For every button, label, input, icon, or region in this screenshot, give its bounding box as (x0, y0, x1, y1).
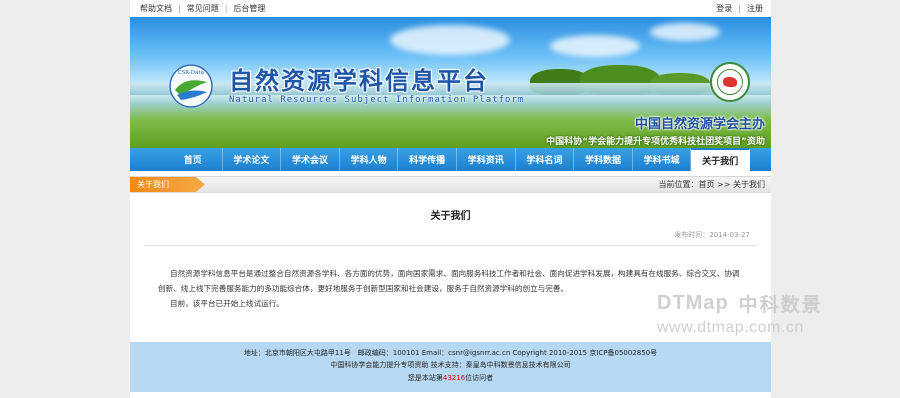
footer-support: 中国科协学会能力提升专项资助 技术支持：秦皇岛中科数景信息技术有限公司 (330, 361, 571, 370)
visitor-suffix: 位访问者 (465, 373, 494, 382)
watermark-name: 中科数景 (738, 294, 823, 316)
breadcrumb-bar: 关于我们 当前位置：首页 >> 关于我们 (130, 176, 771, 193)
watermark-logo: DTMap (657, 292, 729, 314)
breadcrumb: 当前位置：首页 >> 关于我们 (659, 177, 766, 192)
emblem-ring (717, 69, 743, 95)
watermark: DTMap 中科数景 www.dtmap.com.cn (657, 290, 897, 337)
article-title: 关于我们 (430, 211, 471, 222)
nav-conferences[interactable]: 学术会议 (281, 148, 340, 171)
nav-papers[interactable]: 学术论文 (223, 148, 282, 171)
location-label: 当前位置： (658, 180, 699, 189)
nav-people[interactable]: 学科人物 (340, 148, 399, 171)
visitor-count: 43216 (442, 373, 466, 382)
publish-date-label: 发布时间： (674, 231, 710, 239)
main-nav: 首页 学术论文 学术会议 学科人物 科学传播 学科资讯 学科名词 学科数据 学科… (130, 148, 771, 171)
auth-links: 登录 | 注册 (716, 3, 763, 14)
login-link[interactable]: 登录 (716, 3, 732, 14)
watermark-row: DTMap 中科数景 (657, 290, 897, 317)
footer-address: 地址：北京市朝阳区大屯路甲11号 邮政编码：100101 Email：csnr@… (243, 349, 658, 357)
footer: 地址：北京市朝阳区大屯路甲11号 邮政编码：100101 Email：csnr@… (130, 342, 771, 392)
cloud (550, 35, 640, 57)
nav-science-communication[interactable]: 科学传播 (398, 148, 457, 171)
nav-news[interactable]: 学科资讯 (457, 148, 516, 171)
article-paragraph: 自然资源学科信息平台是通过整合自然资源各学科、各方面的优势，面向国家需求、面向服… (158, 269, 740, 293)
separator: | (738, 4, 741, 13)
society-emblem (710, 62, 750, 102)
funding-note: 中国科协“学会能力提升专项优秀科技社团奖项目”资助 (546, 137, 765, 147)
nav-bookstore[interactable]: 学科书城 (633, 148, 692, 171)
watermark-url: www.dtmap.com.cn (657, 319, 804, 336)
breadcrumb-separator: >> (714, 180, 733, 189)
article-paragraph: 目前，该平台已开始上线试运行。 (170, 299, 284, 308)
header-banner: CSR-Data 自然资源学科信息平台 Natural Resources Su… (130, 17, 771, 148)
cloud (390, 25, 510, 55)
top-utility-bar: 帮助文档 | 常见问题 | 后台管理 登录 | 注册 (130, 0, 771, 17)
separator: | (224, 4, 228, 13)
platform-logo: CSR-Data (169, 64, 213, 108)
site-title: 自然资源学科信息平台 (229, 66, 489, 95)
help-docs-link[interactable]: 帮助文档 (140, 3, 172, 14)
publish-date: 发布时间：2014-03-27 (130, 230, 771, 240)
visitor-counter: 您是本站第43216位访问者 (130, 372, 771, 384)
section-tab: 关于我们 (130, 177, 205, 192)
logo-text: CSR-Data (178, 70, 204, 76)
nav-terms[interactable]: 学科名词 (516, 148, 575, 171)
nav-home[interactable]: 首页 (164, 148, 223, 171)
china-map-icon (723, 77, 737, 87)
admin-link[interactable]: 后台管理 (233, 3, 265, 14)
site-subtitle: Natural Resources Subject Information Pl… (229, 95, 525, 105)
faq-link[interactable]: 常见问题 (187, 3, 219, 14)
visitor-prefix: 您是本站第 (407, 373, 443, 382)
breadcrumb-home-link[interactable]: 首页 (699, 180, 715, 189)
page-container: 帮助文档 | 常见问题 | 后台管理 登录 | 注册 CSR-Data 自然资源… (130, 0, 771, 398)
top-links: 帮助文档 | 常见问题 | 后台管理 (140, 3, 265, 14)
host-organization: 中国自然资源学会主办 (634, 117, 765, 132)
separator: | (178, 4, 181, 13)
nav-data[interactable]: 学科数据 (574, 148, 633, 171)
register-link[interactable]: 注册 (747, 3, 763, 14)
publish-date-value: 2014-03-27 (709, 231, 750, 239)
cloud (650, 23, 720, 41)
breadcrumb-current: 关于我们 (733, 180, 765, 189)
nav-about-us[interactable]: 关于我们 (691, 148, 750, 171)
